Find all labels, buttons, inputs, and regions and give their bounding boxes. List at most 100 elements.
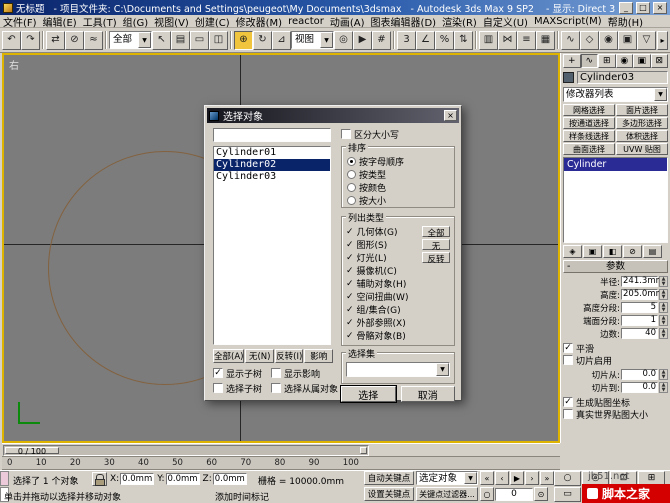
dialog-close-icon[interactable] [444, 110, 457, 121]
checkbox-box[interactable] [271, 383, 281, 393]
configure-modifier-sets-icon[interactable]: ▤ [643, 245, 662, 258]
coordinate-input[interactable]: 0.0mm [166, 473, 200, 485]
checkbox-box[interactable] [563, 409, 573, 419]
radio-dot[interactable] [347, 170, 356, 179]
checkbox-box[interactable] [346, 318, 354, 328]
parameter-input[interactable]: 241.3mm [621, 276, 658, 287]
curve-editor-icon[interactable]: ∿ [561, 31, 580, 50]
undo-icon[interactable]: ↶ [2, 31, 21, 50]
parameters-rollout-header[interactable]: 参数 [563, 260, 668, 273]
checkbox-box[interactable] [346, 266, 354, 276]
schematic-view-icon[interactable]: ◇ [580, 31, 599, 50]
render-setup-icon[interactable]: ▣ [618, 31, 637, 50]
menu-item[interactable]: 帮助(H) [605, 14, 646, 29]
checkbox-box[interactable] [346, 240, 354, 250]
tab-motion[interactable]: ◉ [616, 54, 634, 68]
modifier-stack[interactable]: Cylinder [563, 157, 668, 243]
selection-lock-toggle-icon[interactable] [92, 472, 107, 486]
select-and-manipulate-icon[interactable]: ▶ [353, 31, 372, 50]
select-and-link-icon[interactable]: ⇄ [46, 31, 65, 50]
select-and-rotate-icon[interactable]: ↻ [253, 31, 272, 50]
viewport-label[interactable]: 右 [9, 57, 19, 72]
unlink-selection-icon[interactable]: ⊘ [65, 31, 84, 50]
zoom-region-icon[interactable]: ▭ [554, 487, 581, 502]
select-by-name-icon[interactable]: ▤ [171, 31, 190, 50]
edit-named-selection-sets-icon[interactable]: ▥ [479, 31, 498, 50]
sort-radio[interactable]: 按类型 [347, 168, 449, 181]
tree-checkbox[interactable]: 选择从属对象 [271, 382, 339, 394]
sort-radio[interactable]: 按字母顺序 [347, 155, 449, 168]
layer-manager-icon[interactable]: ▦ [536, 31, 555, 50]
list-action-button[interactable]: 反转(I) [275, 349, 304, 363]
tab-display[interactable]: ▣ [633, 54, 651, 68]
parameter-input[interactable]: 1 [621, 315, 658, 326]
tab-hierarchy[interactable]: ⊞ [598, 54, 616, 68]
object-list-item[interactable]: Cylinder01 [214, 147, 330, 159]
select-and-uniform-scale-icon[interactable]: ⊿ [272, 31, 291, 50]
spinner[interactable] [659, 289, 668, 300]
modifier-button[interactable]: 面片选择 [616, 104, 668, 116]
list-action-button[interactable]: 影响 [304, 349, 333, 363]
menu-item[interactable]: MAXScript(M) [531, 16, 605, 27]
remove-modifier-icon[interactable]: ⊘ [623, 245, 642, 258]
parameter-input[interactable]: 5 [621, 302, 658, 313]
checkbox-box[interactable] [346, 227, 354, 237]
show-end-result-icon[interactable]: ▣ [583, 245, 602, 258]
time-slider-track[interactable]: 0 / 100 [3, 445, 369, 456]
parameter-input[interactable]: 0.0 [621, 382, 658, 393]
selection-set-dropdown[interactable] [346, 362, 450, 377]
tab-modify[interactable]: ∿ [581, 54, 599, 68]
spinner-snap-toggle-icon[interactable]: ⇅ [454, 31, 473, 50]
dialog-title-bar[interactable]: 选择对象 [207, 108, 459, 123]
spinner[interactable] [659, 328, 668, 339]
time-slider-handle[interactable]: 0 / 100 [5, 447, 59, 454]
spinner[interactable] [659, 382, 668, 393]
angle-snap-toggle-icon[interactable]: ∠ [416, 31, 435, 50]
coordinate-input[interactable]: 0.0mm [120, 473, 154, 485]
align-icon[interactable]: ≡ [517, 31, 536, 50]
checkbox-box[interactable] [563, 397, 573, 407]
play-animation-button[interactable]: ▶ [510, 471, 524, 485]
mirror-icon[interactable]: ⋈ [498, 31, 517, 50]
menu-item[interactable]: 修改器(M) [233, 14, 285, 29]
list-action-button[interactable]: 无(N) [245, 349, 274, 363]
parameter-input[interactable]: 205.0mm [621, 289, 658, 300]
bind-to-space-warp-icon[interactable]: ≈ [84, 31, 103, 50]
tab-utilities[interactable]: ⊠ [651, 54, 669, 68]
keyboard-shortcut-override-icon[interactable]: # [372, 31, 391, 50]
next-frame-button[interactable]: › [525, 471, 539, 485]
menu-item[interactable]: 动画(A) [327, 14, 368, 29]
previous-frame-button[interactable]: ‹ [495, 471, 509, 485]
parameter-input[interactable]: 0.0 [621, 369, 658, 380]
toolbar-overflow-arrow[interactable]: ▸ [657, 31, 668, 50]
list-action-button[interactable]: 全部(A) [213, 349, 244, 363]
set-key-button[interactable]: 设置关键点 [364, 487, 414, 501]
checkbox-box[interactable] [346, 305, 354, 315]
checkbox-box[interactable] [563, 355, 573, 365]
select-object-icon[interactable]: ↖ [152, 31, 171, 50]
reference-coordinate-system-dropdown[interactable]: 视图 [291, 31, 334, 49]
menu-item[interactable]: 文件(F) [0, 14, 40, 29]
maxscript-macro-recorder-pane[interactable] [0, 471, 9, 486]
object-list-item[interactable]: Cylinder03 [214, 171, 330, 183]
object-list-item[interactable]: Cylinder02 [214, 159, 330, 171]
spinner[interactable] [659, 369, 668, 380]
modifier-button[interactable]: 多边形选择 [616, 117, 668, 129]
pin-stack-icon[interactable]: ◈ [563, 245, 582, 258]
snaps-toggle-icon[interactable]: 3 [397, 31, 416, 50]
parameter-input[interactable]: 40 [621, 328, 658, 339]
sort-radio[interactable]: 按大小 [347, 194, 449, 207]
redo-icon[interactable]: ↷ [21, 31, 40, 50]
type-filter-button[interactable]: 无 [422, 239, 450, 250]
key-mode-toggle[interactable]: ○ [480, 487, 494, 501]
use-pivot-point-center-icon[interactable]: ◎ [334, 31, 353, 50]
modifier-button[interactable]: 网格选择 [563, 104, 615, 116]
menu-item[interactable]: 视图(V) [151, 14, 192, 29]
spinner[interactable] [659, 276, 668, 287]
radio-dot[interactable] [347, 196, 356, 205]
coordinate-input[interactable]: 0.0mm [213, 473, 247, 485]
parameter-checkbox[interactable]: 真实世界贴图大小 [563, 408, 668, 420]
key-filters-button[interactable]: 关键点过滤器... [416, 487, 478, 501]
parameter-checkbox[interactable]: 切片启用 [563, 354, 668, 366]
checkbox-box[interactable] [563, 343, 573, 353]
